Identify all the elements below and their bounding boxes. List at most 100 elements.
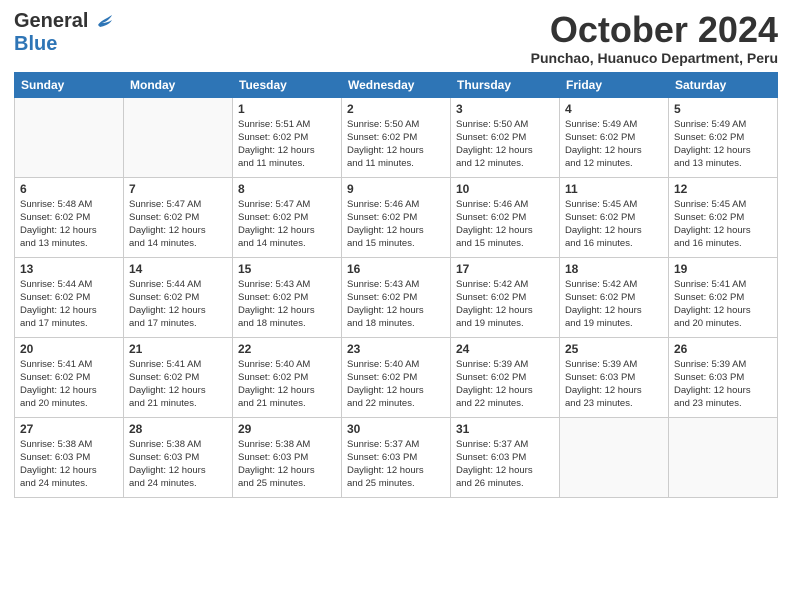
- day-number: 15: [238, 262, 336, 276]
- col-monday: Monday: [124, 72, 233, 97]
- day-number: 20: [20, 342, 118, 356]
- logo-bird-icon: [92, 11, 114, 33]
- day-info: Sunrise: 5:43 AM Sunset: 6:02 PM Dayligh…: [347, 278, 445, 331]
- calendar-day-cell: 3 Sunrise: 5:50 AM Sunset: 6:02 PM Daylig…: [451, 97, 560, 177]
- day-info: Sunrise: 5:46 AM Sunset: 6:02 PM Dayligh…: [456, 198, 554, 251]
- day-info: Sunrise: 5:50 AM Sunset: 6:02 PM Dayligh…: [456, 118, 554, 171]
- day-info: Sunrise: 5:49 AM Sunset: 6:02 PM Dayligh…: [674, 118, 772, 171]
- day-info: Sunrise: 5:38 AM Sunset: 6:03 PM Dayligh…: [238, 438, 336, 491]
- calendar-table: Sunday Monday Tuesday Wednesday Thursday…: [14, 72, 778, 498]
- calendar-week-row: 27 Sunrise: 5:38 AM Sunset: 6:03 PM Dayli…: [15, 417, 778, 497]
- day-number: 8: [238, 182, 336, 196]
- calendar-day-cell: 1Sunrise: 5:51 AM Sunset: 6:02 PM Daylig…: [233, 97, 342, 177]
- day-number: 11: [565, 182, 663, 196]
- calendar-day-cell: 2 Sunrise: 5:50 AM Sunset: 6:02 PM Daylig…: [342, 97, 451, 177]
- calendar-day-cell: 17 Sunrise: 5:42 AM Sunset: 6:02 PM Dayli…: [451, 257, 560, 337]
- day-number: 6: [20, 182, 118, 196]
- day-number: 13: [20, 262, 118, 276]
- day-number: 2: [347, 102, 445, 116]
- calendar-day-cell: [560, 417, 669, 497]
- calendar-day-cell: 9 Sunrise: 5:46 AM Sunset: 6:02 PM Daylig…: [342, 177, 451, 257]
- calendar-day-cell: 22 Sunrise: 5:40 AM Sunset: 6:02 PM Dayli…: [233, 337, 342, 417]
- calendar-day-cell: 20 Sunrise: 5:41 AM Sunset: 6:02 PM Dayli…: [15, 337, 124, 417]
- day-number: 24: [456, 342, 554, 356]
- day-number: 27: [20, 422, 118, 436]
- day-number: 30: [347, 422, 445, 436]
- title-area: October 2024 Punchao, Huanuco Department…: [531, 10, 778, 66]
- day-number: 5: [674, 102, 772, 116]
- day-number: 23: [347, 342, 445, 356]
- col-wednesday: Wednesday: [342, 72, 451, 97]
- day-number: 28: [129, 422, 227, 436]
- day-info: Sunrise: 5:49 AM Sunset: 6:02 PM Dayligh…: [565, 118, 663, 171]
- col-friday: Friday: [560, 72, 669, 97]
- calendar-day-cell: 14 Sunrise: 5:44 AM Sunset: 6:02 PM Dayli…: [124, 257, 233, 337]
- page: General Blue October 2024 Punchao, Huanu…: [0, 0, 792, 508]
- day-info: Sunrise: 5:39 AM Sunset: 6:03 PM Dayligh…: [565, 358, 663, 411]
- day-number: 7: [129, 182, 227, 196]
- calendar-day-cell: 13 Sunrise: 5:44 AM Sunset: 6:02 PM Dayli…: [15, 257, 124, 337]
- calendar-day-cell: [15, 97, 124, 177]
- col-thursday: Thursday: [451, 72, 560, 97]
- day-info: Sunrise: 5:41 AM Sunset: 6:02 PM Dayligh…: [674, 278, 772, 331]
- day-number: 3: [456, 102, 554, 116]
- day-number: 25: [565, 342, 663, 356]
- calendar-day-cell: 18Sunrise: 5:42 AM Sunset: 6:02 PM Dayli…: [560, 257, 669, 337]
- day-number: 29: [238, 422, 336, 436]
- calendar-day-cell: 4 Sunrise: 5:49 AM Sunset: 6:02 PM Daylig…: [560, 97, 669, 177]
- col-saturday: Saturday: [669, 72, 778, 97]
- day-info: Sunrise: 5:42 AM Sunset: 6:02 PM Dayligh…: [565, 278, 663, 331]
- calendar-day-cell: 10 Sunrise: 5:46 AM Sunset: 6:02 PM Dayli…: [451, 177, 560, 257]
- logo-blue: Blue: [14, 33, 57, 55]
- day-number: 22: [238, 342, 336, 356]
- day-info: Sunrise: 5:47 AM Sunset: 6:02 PM Dayligh…: [129, 198, 227, 251]
- calendar-week-row: 6 Sunrise: 5:48 AM Sunset: 6:02 PM Daylig…: [15, 177, 778, 257]
- calendar-day-cell: 12 Sunrise: 5:45 AM Sunset: 6:02 PM Dayli…: [669, 177, 778, 257]
- calendar-day-cell: [669, 417, 778, 497]
- calendar-day-cell: 24 Sunrise: 5:39 AM Sunset: 6:02 PM Dayli…: [451, 337, 560, 417]
- logo-general: General: [14, 10, 88, 33]
- calendar-day-cell: 25 Sunrise: 5:39 AM Sunset: 6:03 PM Dayli…: [560, 337, 669, 417]
- day-info: Sunrise: 5:39 AM Sunset: 6:03 PM Dayligh…: [674, 358, 772, 411]
- day-info: Sunrise: 5:37 AM Sunset: 6:03 PM Dayligh…: [456, 438, 554, 491]
- col-sunday: Sunday: [15, 72, 124, 97]
- calendar-day-cell: 31Sunrise: 5:37 AM Sunset: 6:03 PM Dayli…: [451, 417, 560, 497]
- logo: General Blue: [14, 10, 114, 56]
- day-number: 4: [565, 102, 663, 116]
- day-number: 12: [674, 182, 772, 196]
- day-number: 9: [347, 182, 445, 196]
- day-number: 16: [347, 262, 445, 276]
- day-info: Sunrise: 5:45 AM Sunset: 6:02 PM Dayligh…: [674, 198, 772, 251]
- day-info: Sunrise: 5:45 AM Sunset: 6:02 PM Dayligh…: [565, 198, 663, 251]
- day-number: 19: [674, 262, 772, 276]
- day-number: 21: [129, 342, 227, 356]
- day-info: Sunrise: 5:51 AM Sunset: 6:02 PM Dayligh…: [238, 118, 336, 171]
- calendar-header-row: Sunday Monday Tuesday Wednesday Thursday…: [15, 72, 778, 97]
- calendar-day-cell: 28 Sunrise: 5:38 AM Sunset: 6:03 PM Dayli…: [124, 417, 233, 497]
- day-number: 10: [456, 182, 554, 196]
- day-info: Sunrise: 5:41 AM Sunset: 6:02 PM Dayligh…: [129, 358, 227, 411]
- day-info: Sunrise: 5:39 AM Sunset: 6:02 PM Dayligh…: [456, 358, 554, 411]
- calendar-day-cell: 30 Sunrise: 5:37 AM Sunset: 6:03 PM Dayli…: [342, 417, 451, 497]
- day-info: Sunrise: 5:40 AM Sunset: 6:02 PM Dayligh…: [238, 358, 336, 411]
- day-info: Sunrise: 5:38 AM Sunset: 6:03 PM Dayligh…: [129, 438, 227, 491]
- day-info: Sunrise: 5:48 AM Sunset: 6:02 PM Dayligh…: [20, 198, 118, 251]
- day-info: Sunrise: 5:47 AM Sunset: 6:02 PM Dayligh…: [238, 198, 336, 251]
- calendar-day-cell: 29 Sunrise: 5:38 AM Sunset: 6:03 PM Dayli…: [233, 417, 342, 497]
- calendar-day-cell: 16 Sunrise: 5:43 AM Sunset: 6:02 PM Dayli…: [342, 257, 451, 337]
- day-info: Sunrise: 5:42 AM Sunset: 6:02 PM Dayligh…: [456, 278, 554, 331]
- day-info: Sunrise: 5:50 AM Sunset: 6:02 PM Dayligh…: [347, 118, 445, 171]
- day-info: Sunrise: 5:40 AM Sunset: 6:02 PM Dayligh…: [347, 358, 445, 411]
- day-number: 14: [129, 262, 227, 276]
- day-info: Sunrise: 5:37 AM Sunset: 6:03 PM Dayligh…: [347, 438, 445, 491]
- day-info: Sunrise: 5:38 AM Sunset: 6:03 PM Dayligh…: [20, 438, 118, 491]
- day-info: Sunrise: 5:41 AM Sunset: 6:02 PM Dayligh…: [20, 358, 118, 411]
- day-number: 17: [456, 262, 554, 276]
- calendar-day-cell: 19 Sunrise: 5:41 AM Sunset: 6:02 PM Dayli…: [669, 257, 778, 337]
- day-info: Sunrise: 5:44 AM Sunset: 6:02 PM Dayligh…: [129, 278, 227, 331]
- calendar-week-row: 20 Sunrise: 5:41 AM Sunset: 6:02 PM Dayli…: [15, 337, 778, 417]
- calendar-day-cell: 11 Sunrise: 5:45 AM Sunset: 6:02 PM Dayli…: [560, 177, 669, 257]
- day-info: Sunrise: 5:46 AM Sunset: 6:02 PM Dayligh…: [347, 198, 445, 251]
- calendar-week-row: 1Sunrise: 5:51 AM Sunset: 6:02 PM Daylig…: [15, 97, 778, 177]
- day-info: Sunrise: 5:44 AM Sunset: 6:02 PM Dayligh…: [20, 278, 118, 331]
